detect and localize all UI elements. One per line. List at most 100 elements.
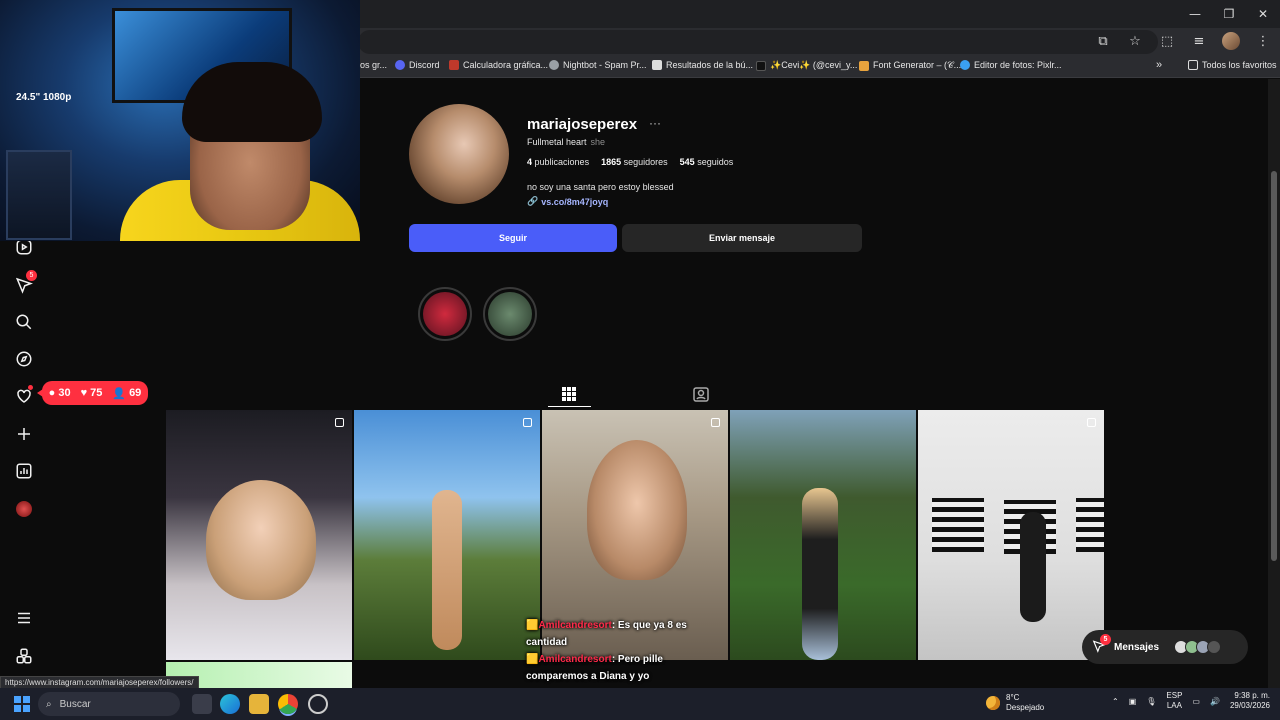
bookmark-item[interactable]: os gr... (360, 60, 387, 70)
nightbot-icon (549, 60, 559, 70)
tagged-tab-icon[interactable] (692, 385, 710, 403)
calculator-icon (449, 60, 459, 70)
document-icon (652, 60, 662, 70)
profile-bio: no soy una santa pero estoy blessed (527, 182, 674, 192)
chat-message: 🟨Amilcandresort: Es que ya 8 es cantidad (526, 620, 687, 648)
media-control-icon[interactable]: ≡ (1190, 32, 1208, 50)
following-stat[interactable]: 545 seguidos (680, 157, 734, 167)
weather-widget[interactable]: 8°C Despejado (986, 693, 1044, 713)
messages-icon[interactable]: 5 (13, 270, 37, 296)
follow-button[interactable]: Seguir (409, 224, 617, 252)
volume-icon[interactable]: 🔊 (1210, 697, 1220, 706)
profile-avatar-icon[interactable] (1222, 32, 1240, 50)
all-favorites-folder[interactable]: Todos los favoritos (1188, 60, 1277, 70)
bookmark-item[interactable]: Discord (395, 60, 440, 70)
messages-icon: 5 (1092, 633, 1111, 656)
profile-picture[interactable] (409, 104, 509, 204)
tiktok-icon (756, 60, 766, 71)
bookmarks-overflow-button[interactable]: » (1156, 59, 1162, 71)
bookmark-item[interactable]: Editor de fotos: Pixlr... (960, 60, 1062, 70)
moon-icon (986, 696, 1000, 710)
active-tab-indicator (548, 406, 591, 407)
background-pc-case (6, 150, 72, 240)
tray-app-icon[interactable]: ▣ (1129, 697, 1137, 706)
install-app-icon[interactable]: ⧉ (1094, 32, 1112, 50)
language-indicator[interactable]: ESP LAA (1166, 691, 1182, 711)
hamburger-menu-icon[interactable] (13, 607, 35, 629)
story-highlight[interactable] (483, 287, 537, 341)
more-contacts-icon (1207, 640, 1222, 654)
pixlr-icon (960, 60, 970, 70)
notification-summary-pill[interactable]: ● 30 ♥ 75 👤 69 (37, 381, 148, 405)
start-button[interactable] (14, 696, 30, 712)
file-explorer-icon[interactable] (249, 694, 269, 714)
profile-options-button[interactable]: ··· (649, 116, 661, 130)
search-icon[interactable] (13, 311, 35, 333)
dashboard-icon[interactable] (13, 460, 35, 482)
folder-icon (1188, 60, 1198, 70)
link-icon: 🔗 (527, 196, 539, 206)
extensions-icon[interactable]: ⬚ (1158, 32, 1176, 50)
carousel-icon (1087, 418, 1096, 427)
profile-stats: 4 publicaciones 1865 seguidores 545 segu… (527, 157, 733, 167)
system-tray: ⌃ ▣ 🎙 ESP LAA ▭ 🔊 9:38 p. m. 29/03/2026 (1112, 691, 1270, 711)
follows-count: 👤 69 (112, 387, 142, 400)
notifications-heart-icon[interactable] (13, 385, 35, 407)
post-thumbnail[interactable] (730, 410, 916, 660)
profile-pronouns: she (590, 137, 606, 147)
edge-icon[interactable] (220, 694, 240, 714)
followers-stat[interactable]: 1865 seguidores (601, 157, 668, 167)
network-icon[interactable]: ▭ (1192, 697, 1200, 706)
bookmark-item[interactable]: Nightbot - Spam Pr... (549, 60, 647, 70)
create-plus-icon[interactable] (13, 423, 35, 445)
scrollbar-thumb[interactable] (1271, 171, 1277, 561)
streamer-hair (182, 62, 322, 142)
bookmark-item[interactable]: Resultados de la bú... (652, 60, 753, 70)
chat-message: 🟨Amilcandresort: Pero pille comparemos a… (526, 654, 663, 682)
menu-icon[interactable]: ⋮ (1254, 32, 1272, 50)
task-view-icon[interactable] (192, 694, 212, 714)
post-thumbnail[interactable] (354, 410, 540, 660)
microphone-icon[interactable]: 🎙 (1146, 697, 1156, 706)
comments-count: ● 30 (48, 387, 71, 399)
taskbar-search[interactable]: ⌕ Buscar (38, 692, 180, 716)
bookmark-item[interactable]: ✨Cevi✨ (@cevi_y... (756, 60, 857, 71)
stream-chat-overlay: 🟨Amilcandresort: Es que ya 8 es cantidad… (526, 617, 726, 685)
webcam-overlay: 24.5" 1080p (0, 0, 360, 241)
carousel-icon (523, 418, 532, 427)
screen: { "window": { "minimize": "—", "restore"… (0, 0, 1280, 720)
profile-link[interactable]: 🔗 vs.co/8m47joyq (527, 196, 608, 207)
windows-taskbar: ⌕ Buscar 8°C Despejado ⌃ ▣ 🎙 ESP LAA ▭ 🔊 9… (0, 688, 1280, 720)
likes-count: ♥ 75 (80, 387, 103, 399)
bookmark-item[interactable]: Calculadora gráfica... (449, 60, 548, 70)
post-thumbnail[interactable] (918, 410, 1104, 660)
notification-dot (28, 385, 33, 390)
bookmark-item[interactable]: Font Generator – (𝒞... (859, 60, 961, 71)
page-scrollbar[interactable] (1268, 79, 1280, 688)
explore-icon[interactable] (13, 348, 35, 370)
chrome-icon[interactable] (278, 694, 298, 714)
clock[interactable]: 9:38 p. m. 29/03/2026 (1230, 691, 1270, 711)
monitor-box-label: 24.5" 1080p (16, 92, 72, 103)
carousel-icon (711, 418, 720, 427)
search-icon: ⌕ (46, 698, 52, 710)
messages-floating-button[interactable]: 5 Mensajes (1082, 630, 1248, 664)
messages-badge: 5 (1100, 633, 1111, 645)
post-thumbnail[interactable] (166, 410, 352, 660)
minimize-button[interactable]: — (1178, 0, 1212, 28)
discord-icon (395, 60, 405, 70)
profile-username: mariajoseperex (527, 116, 638, 133)
send-message-button[interactable]: Enviar mensaje (622, 224, 862, 252)
bookmark-star-icon[interactable]: ☆ (1126, 32, 1144, 50)
recent-contacts (1174, 640, 1222, 654)
profile-avatar[interactable] (13, 498, 35, 520)
font-generator-icon (859, 60, 869, 71)
address-bar[interactable] (358, 30, 1158, 54)
tray-overflow-icon[interactable]: ⌃ (1112, 697, 1119, 706)
story-highlight[interactable] (418, 287, 472, 341)
restore-button[interactable]: ❐ (1212, 0, 1246, 28)
threads-apps-icon[interactable] (13, 645, 35, 667)
close-button[interactable]: ✕ (1246, 0, 1280, 28)
posts-grid-tab[interactable] (560, 385, 578, 403)
obs-icon[interactable] (308, 694, 328, 714)
